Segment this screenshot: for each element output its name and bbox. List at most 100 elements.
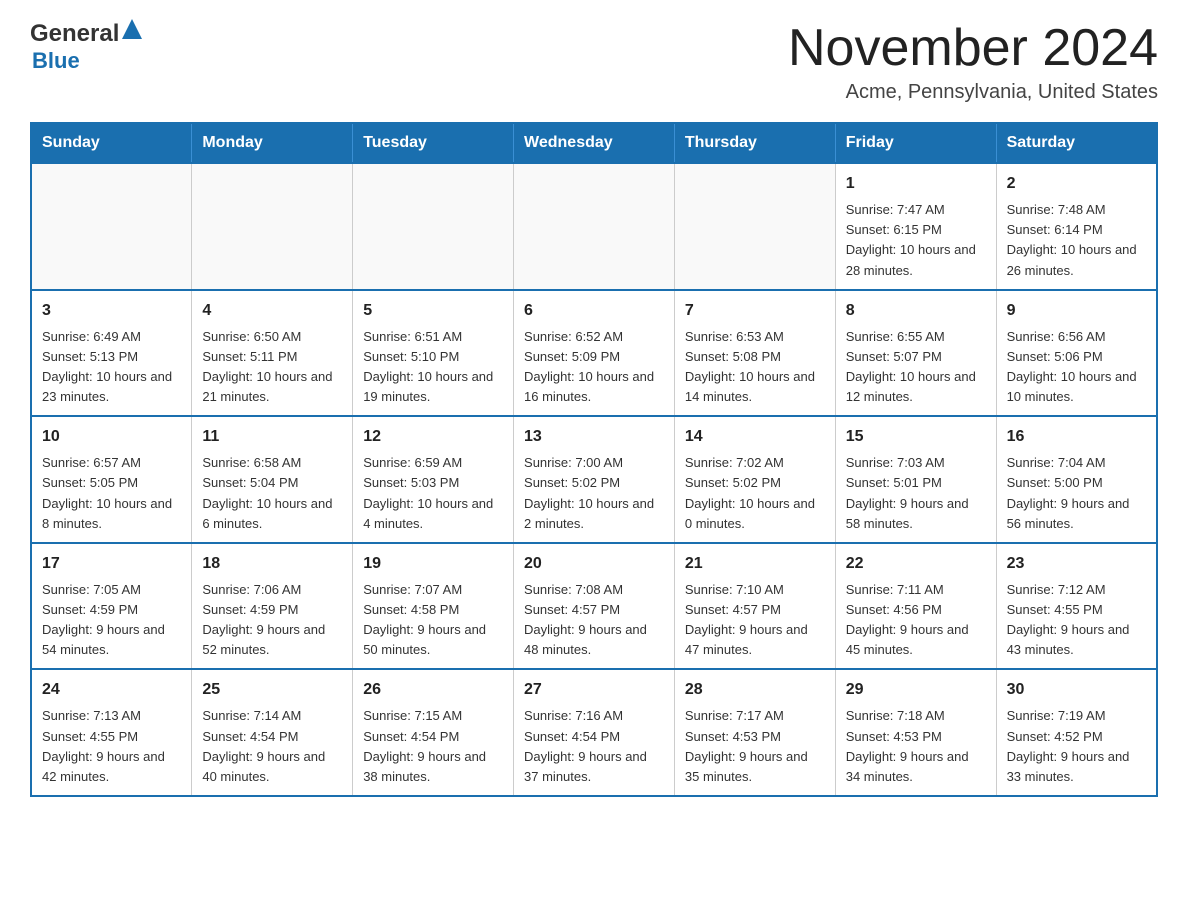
day-info: Sunrise: 7:48 AM Sunset: 6:14 PM Dayligh…	[1007, 200, 1146, 281]
day-number: 12	[363, 425, 503, 449]
calendar-header-row: SundayMondayTuesdayWednesdayThursdayFrid…	[31, 123, 1157, 163]
weekday-header-tuesday: Tuesday	[353, 123, 514, 163]
weekday-header-wednesday: Wednesday	[514, 123, 675, 163]
day-info: Sunrise: 7:08 AM Sunset: 4:57 PM Dayligh…	[524, 580, 664, 661]
calendar-cell: 4Sunrise: 6:50 AM Sunset: 5:11 PM Daylig…	[192, 290, 353, 417]
day-number: 20	[524, 552, 664, 576]
day-info: Sunrise: 7:06 AM Sunset: 4:59 PM Dayligh…	[202, 580, 342, 661]
calendar-cell: 7Sunrise: 6:53 AM Sunset: 5:08 PM Daylig…	[674, 290, 835, 417]
calendar-cell: 1Sunrise: 7:47 AM Sunset: 6:15 PM Daylig…	[835, 163, 996, 290]
day-number: 5	[363, 299, 503, 323]
calendar-week-3: 10 Sunrise: 6:57 AM Sunset: 5:05 PM Dayli…	[31, 416, 1157, 543]
day-number: 2	[1007, 172, 1146, 196]
weekday-header-saturday: Saturday	[996, 123, 1157, 163]
calendar-cell: 29 Sunrise: 7:18 AM Sunset: 4:53 PM Dayli…	[835, 669, 996, 796]
calendar-cell	[514, 163, 675, 290]
calendar-week-5: 24 Sunrise: 7:13 AM Sunset: 4:55 PM Dayli…	[31, 669, 1157, 796]
weekday-header-monday: Monday	[192, 123, 353, 163]
day-info: Sunrise: 6:59 AM Sunset: 5:03 PM Dayligh…	[363, 453, 503, 534]
calendar-cell: 12 Sunrise: 6:59 AM Sunset: 5:03 PM Dayli…	[353, 416, 514, 543]
day-number: 30	[1007, 678, 1146, 702]
calendar-cell: 28 Sunrise: 7:17 AM Sunset: 4:53 PM Dayli…	[674, 669, 835, 796]
day-info: Sunrise: 7:02 AM Sunset: 5:02 PM Dayligh…	[685, 453, 825, 534]
day-info: Sunrise: 7:05 AM Sunset: 4:59 PM Dayligh…	[42, 580, 181, 661]
calendar-cell: 19 Sunrise: 7:07 AM Sunset: 4:58 PM Dayli…	[353, 543, 514, 670]
logo: General Blue	[30, 20, 142, 74]
weekday-header-sunday: Sunday	[31, 123, 192, 163]
weekday-header-thursday: Thursday	[674, 123, 835, 163]
day-number: 4	[202, 299, 342, 323]
day-number: 18	[202, 552, 342, 576]
day-info: Sunrise: 6:56 AM Sunset: 5:06 PM Dayligh…	[1007, 327, 1146, 408]
day-info: Sunrise: 6:52 AM Sunset: 5:09 PM Dayligh…	[524, 327, 664, 408]
day-number: 27	[524, 678, 664, 702]
day-number: 25	[202, 678, 342, 702]
calendar-cell: 17 Sunrise: 7:05 AM Sunset: 4:59 PM Dayli…	[31, 543, 192, 670]
day-number: 19	[363, 552, 503, 576]
day-info: Sunrise: 7:18 AM Sunset: 4:53 PM Dayligh…	[846, 706, 986, 787]
day-number: 16	[1007, 425, 1146, 449]
day-info: Sunrise: 7:15 AM Sunset: 4:54 PM Dayligh…	[363, 706, 503, 787]
day-info: Sunrise: 7:11 AM Sunset: 4:56 PM Dayligh…	[846, 580, 986, 661]
day-number: 10	[42, 425, 181, 449]
calendar-cell: 24 Sunrise: 7:13 AM Sunset: 4:55 PM Dayli…	[31, 669, 192, 796]
day-number: 29	[846, 678, 986, 702]
month-title: November 2024	[788, 20, 1158, 77]
calendar-cell	[31, 163, 192, 290]
day-number: 9	[1007, 299, 1146, 323]
page-header: General Blue November 2024 Acme, Pennsyl…	[30, 20, 1158, 104]
day-info: Sunrise: 7:12 AM Sunset: 4:55 PM Dayligh…	[1007, 580, 1146, 661]
calendar-cell: 27Sunrise: 7:16 AM Sunset: 4:54 PM Dayli…	[514, 669, 675, 796]
calendar-cell: 18 Sunrise: 7:06 AM Sunset: 4:59 PM Dayli…	[192, 543, 353, 670]
calendar-cell: 15Sunrise: 7:03 AM Sunset: 5:01 PM Dayli…	[835, 416, 996, 543]
calendar-cell: 22 Sunrise: 7:11 AM Sunset: 4:56 PM Dayli…	[835, 543, 996, 670]
day-info: Sunrise: 6:55 AM Sunset: 5:07 PM Dayligh…	[846, 327, 986, 408]
calendar-cell: 23 Sunrise: 7:12 AM Sunset: 4:55 PM Dayli…	[996, 543, 1157, 670]
logo-general-text: General	[30, 20, 119, 48]
calendar-cell: 6Sunrise: 6:52 AM Sunset: 5:09 PM Daylig…	[514, 290, 675, 417]
calendar-cell: 11 Sunrise: 6:58 AM Sunset: 5:04 PM Dayli…	[192, 416, 353, 543]
logo-blue-text: Blue	[32, 48, 80, 74]
day-number: 23	[1007, 552, 1146, 576]
day-number: 1	[846, 172, 986, 196]
day-number: 28	[685, 678, 825, 702]
day-number: 22	[846, 552, 986, 576]
day-number: 17	[42, 552, 181, 576]
calendar-table: SundayMondayTuesdayWednesdayThursdayFrid…	[30, 122, 1158, 797]
calendar-cell: 13Sunrise: 7:00 AM Sunset: 5:02 PM Dayli…	[514, 416, 675, 543]
calendar-cell: 9 Sunrise: 6:56 AM Sunset: 5:06 PM Daylig…	[996, 290, 1157, 417]
logo-triangle-icon	[122, 19, 142, 44]
calendar-week-4: 17 Sunrise: 7:05 AM Sunset: 4:59 PM Dayli…	[31, 543, 1157, 670]
title-section: November 2024 Acme, Pennsylvania, United…	[788, 20, 1158, 104]
calendar-cell: 2 Sunrise: 7:48 AM Sunset: 6:14 PM Daylig…	[996, 163, 1157, 290]
calendar-week-1: 1Sunrise: 7:47 AM Sunset: 6:15 PM Daylig…	[31, 163, 1157, 290]
calendar-cell: 10 Sunrise: 6:57 AM Sunset: 5:05 PM Dayli…	[31, 416, 192, 543]
day-number: 11	[202, 425, 342, 449]
day-info: Sunrise: 7:13 AM Sunset: 4:55 PM Dayligh…	[42, 706, 181, 787]
calendar-cell: 3 Sunrise: 6:49 AM Sunset: 5:13 PM Daylig…	[31, 290, 192, 417]
day-number: 24	[42, 678, 181, 702]
day-info: Sunrise: 6:57 AM Sunset: 5:05 PM Dayligh…	[42, 453, 181, 534]
day-number: 15	[846, 425, 986, 449]
day-info: Sunrise: 7:07 AM Sunset: 4:58 PM Dayligh…	[363, 580, 503, 661]
day-number: 26	[363, 678, 503, 702]
calendar-cell	[192, 163, 353, 290]
calendar-cell: 21Sunrise: 7:10 AM Sunset: 4:57 PM Dayli…	[674, 543, 835, 670]
day-info: Sunrise: 6:53 AM Sunset: 5:08 PM Dayligh…	[685, 327, 825, 408]
day-info: Sunrise: 7:17 AM Sunset: 4:53 PM Dayligh…	[685, 706, 825, 787]
weekday-header-friday: Friday	[835, 123, 996, 163]
day-info: Sunrise: 7:04 AM Sunset: 5:00 PM Dayligh…	[1007, 453, 1146, 534]
calendar-cell: 8 Sunrise: 6:55 AM Sunset: 5:07 PM Daylig…	[835, 290, 996, 417]
calendar-cell: 20 Sunrise: 7:08 AM Sunset: 4:57 PM Dayli…	[514, 543, 675, 670]
day-number: 3	[42, 299, 181, 323]
day-info: Sunrise: 7:14 AM Sunset: 4:54 PM Dayligh…	[202, 706, 342, 787]
location-subtitle: Acme, Pennsylvania, United States	[788, 81, 1158, 104]
day-number: 8	[846, 299, 986, 323]
day-info: Sunrise: 7:00 AM Sunset: 5:02 PM Dayligh…	[524, 453, 664, 534]
calendar-cell	[674, 163, 835, 290]
day-info: Sunrise: 6:58 AM Sunset: 5:04 PM Dayligh…	[202, 453, 342, 534]
day-info: Sunrise: 6:49 AM Sunset: 5:13 PM Dayligh…	[42, 327, 181, 408]
calendar-cell: 14Sunrise: 7:02 AM Sunset: 5:02 PM Dayli…	[674, 416, 835, 543]
calendar-cell: 30Sunrise: 7:19 AM Sunset: 4:52 PM Dayli…	[996, 669, 1157, 796]
calendar-week-2: 3 Sunrise: 6:49 AM Sunset: 5:13 PM Daylig…	[31, 290, 1157, 417]
